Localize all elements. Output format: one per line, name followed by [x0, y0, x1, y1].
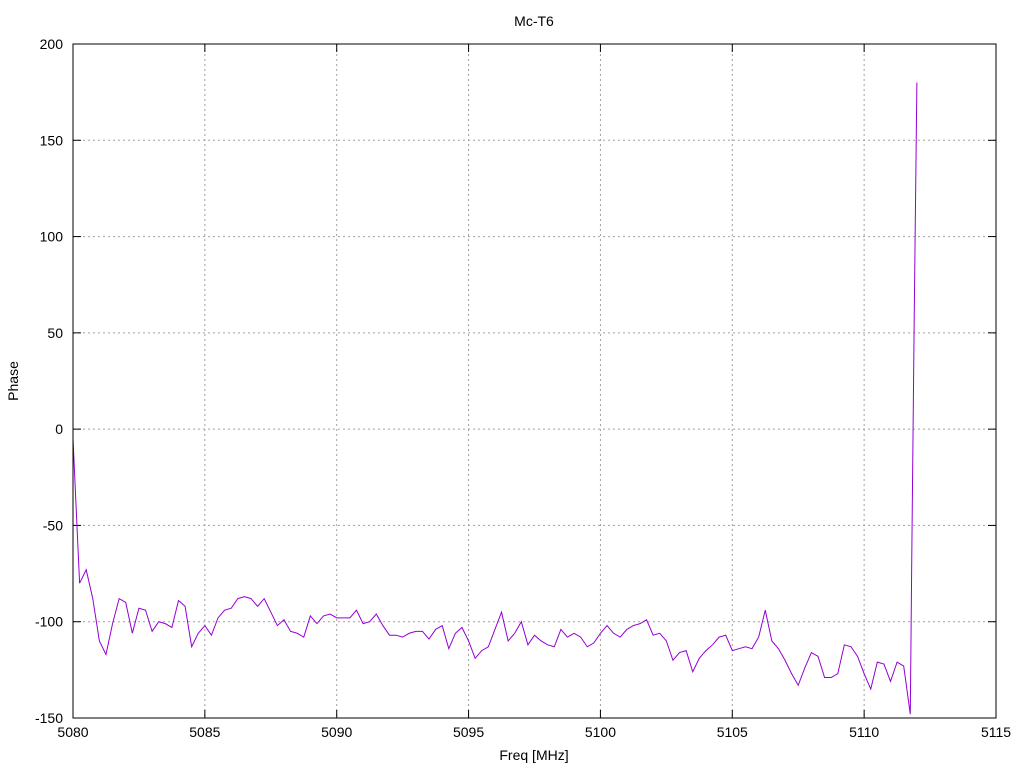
chart-title: Mc-T6	[514, 13, 554, 29]
x-tick-label: 5110	[849, 724, 879, 740]
y-tick-label: 200	[40, 36, 64, 52]
x-tick-label: 5085	[189, 724, 220, 740]
x-tick-label: 5080	[57, 724, 88, 740]
y-tick-label: -100	[35, 614, 63, 630]
x-tick-label: 5095	[453, 724, 484, 740]
y-tick-label: -150	[35, 710, 63, 726]
x-tick-label: 5100	[585, 724, 616, 740]
chart-background	[0, 0, 1024, 768]
y-tick-label: 0	[55, 421, 63, 437]
y-tick-label: -50	[43, 517, 63, 533]
x-axis-label: Freq [MHz]	[499, 747, 568, 763]
phase-chart: 5080 5085 5090 5095 5100 5105 5110 5115 -150 -100…	[0, 0, 1024, 768]
y-axis-label: Phase	[5, 361, 21, 401]
x-tick-label: 5115	[981, 724, 1011, 740]
y-tick-label: 150	[40, 132, 64, 148]
x-tick-label: 5090	[321, 724, 352, 740]
x-tick-label: 5105	[717, 724, 748, 740]
y-tick-label: 100	[40, 229, 64, 245]
y-tick-label: 50	[47, 325, 63, 341]
